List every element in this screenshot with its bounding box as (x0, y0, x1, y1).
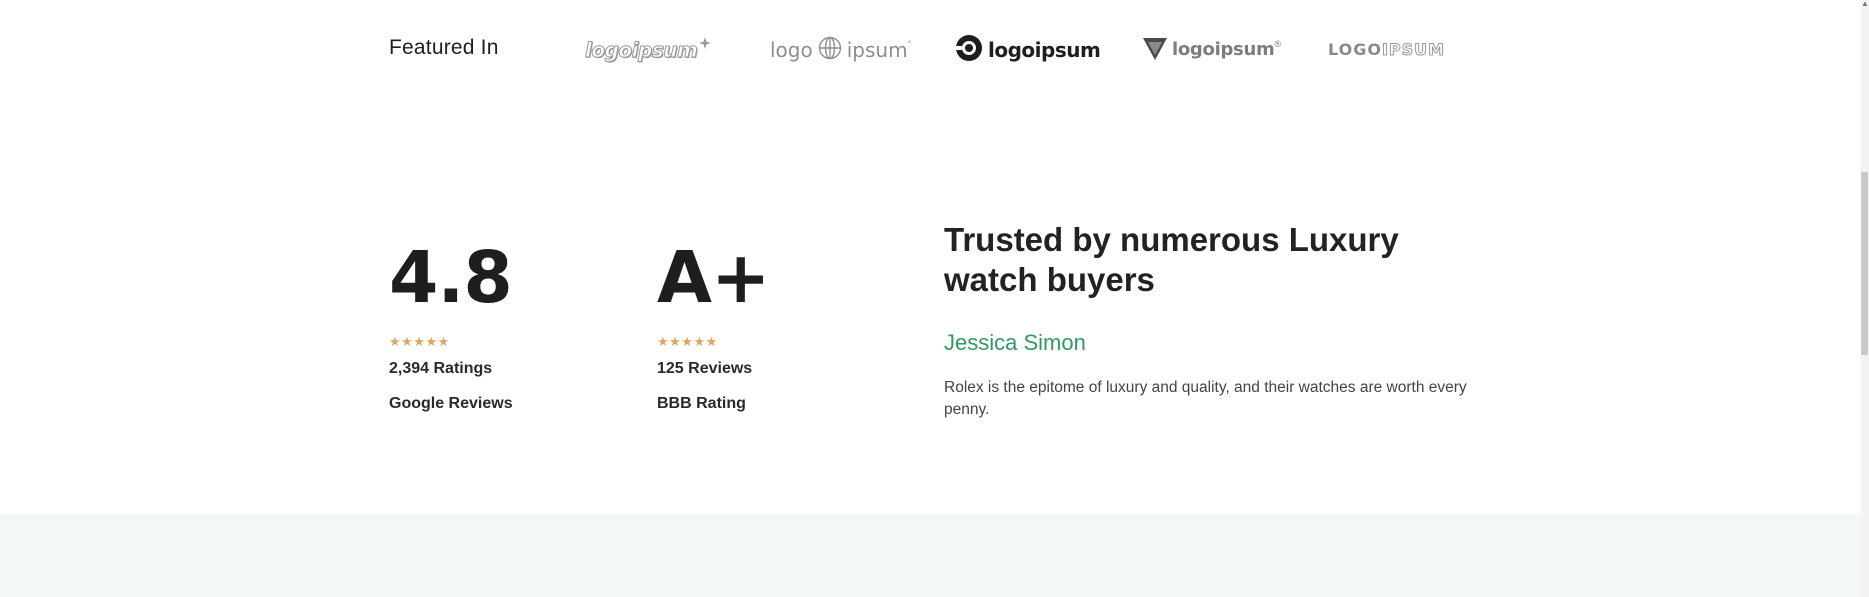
page-scrollbar[interactable]: ▲ (1861, 0, 1869, 597)
testimonial: Trusted by numerous Luxury watch buyers … (944, 220, 1484, 437)
shield-logo-icon (1142, 35, 1168, 66)
star-rating: ★★★★★ (389, 334, 450, 349)
testimonial-quote: Rolex is the epitome of luxury and quali… (944, 379, 1467, 418)
featured-in-section: Featured In logoipsum logo ipsum ° logoi… (389, 30, 1469, 70)
scrollbar-thumb[interactable] (1861, 172, 1868, 355)
trademark-dot: ® (1274, 39, 1282, 49)
globe-logo-text-right: ipsum (846, 38, 908, 62)
rating-value: A+ (657, 236, 770, 319)
logo-shield[interactable]: logoipsum ® (1142, 30, 1281, 70)
reviewer-name: Jessica Simon (944, 330, 1086, 355)
rating-stat-google: 4.8 ★★★★★ 2,394 Ratings Google Reviews (389, 235, 513, 414)
featured-in-title: Featured In (389, 36, 499, 59)
ratings-source: BBB Rating (657, 395, 746, 412)
wordmark-logo-text-right: IPSUM (1381, 40, 1446, 59)
star-rating: ★★★★★ (657, 334, 718, 349)
rating-value: 4.8 (389, 236, 513, 319)
ratings-source: Google Reviews (389, 395, 513, 412)
wordmark-logo-text-left: LOGO (1328, 40, 1382, 59)
logo-sparkle[interactable]: logoipsum (584, 30, 712, 70)
ring-logo-text: logoipsum (988, 38, 1101, 62)
testimonial-heading: Trusted by numerous Luxury watch buyers (944, 221, 1399, 298)
globe-logo-icon (818, 36, 842, 65)
next-section-band (0, 514, 1861, 597)
logo-wordmark[interactable]: LOGO IPSUM (1328, 30, 1445, 70)
logo-globe[interactable]: logo ipsum ° (770, 30, 911, 70)
rating-stat-bbb: A+ ★★★★★ 125 Reviews BBB Rating (657, 235, 770, 414)
trademark-dot: ° (907, 39, 912, 49)
wordmark-logo-icon: LOGO IPSUM (1328, 40, 1446, 59)
globe-logo-text-left: logo (770, 38, 813, 62)
sparkle-logo-icon (699, 36, 712, 54)
ring-logo-icon (956, 34, 982, 66)
sparkle-logo-text: logoipsum (584, 38, 698, 62)
shield-logo-text: logoipsum (1172, 39, 1275, 60)
ratings-count: 2,394 Ratings (389, 360, 493, 377)
logo-ring[interactable]: logoipsum (956, 30, 1101, 70)
reviews-count: 125 Reviews (657, 360, 753, 377)
scroll-up-arrow-icon[interactable]: ▲ (1861, 0, 1869, 8)
